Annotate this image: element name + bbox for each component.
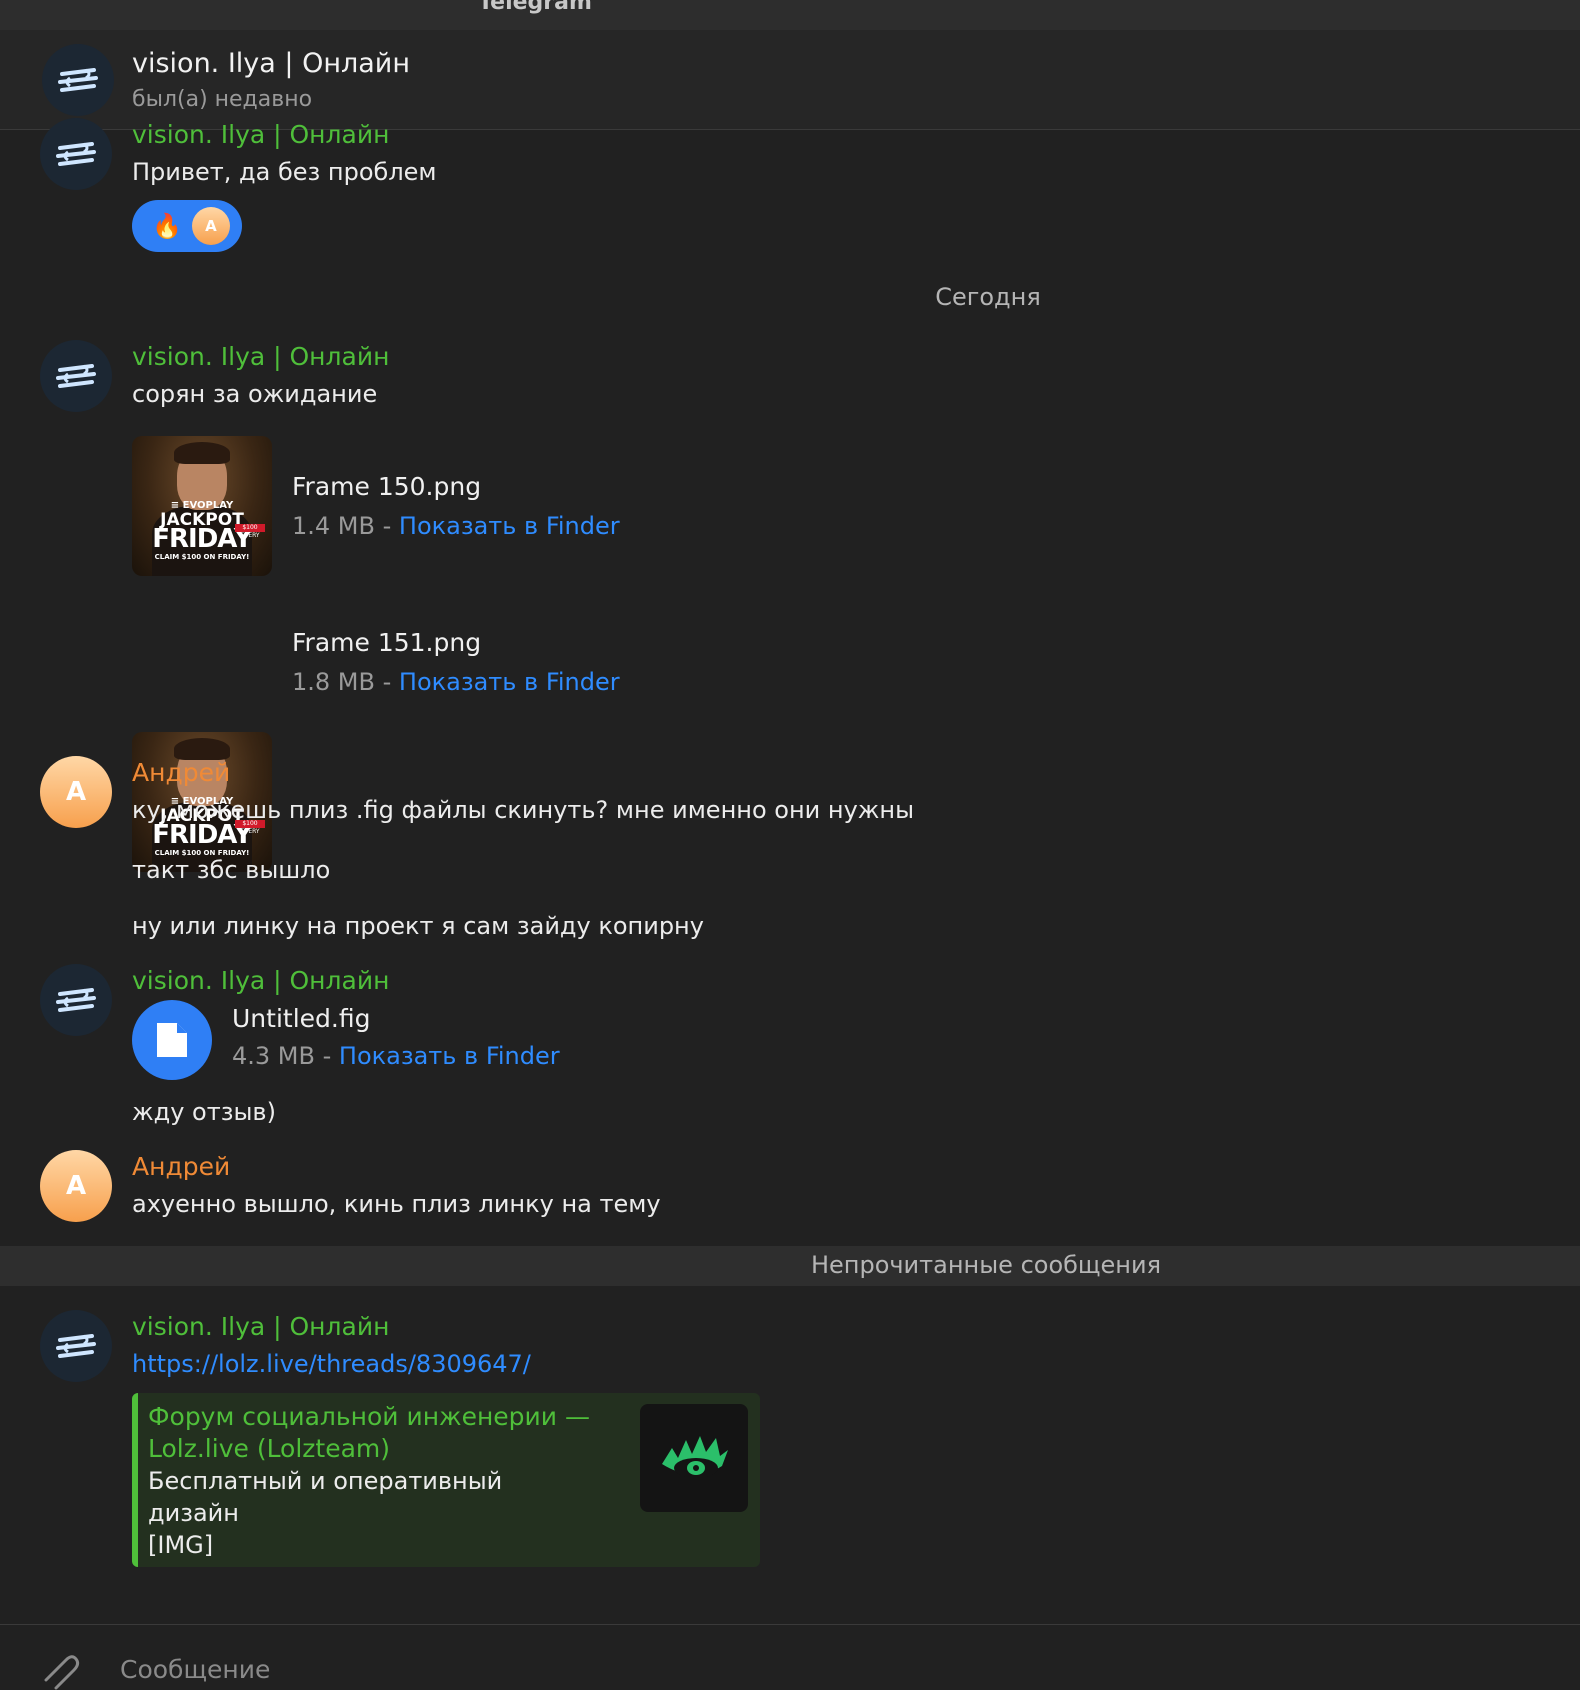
sender-avatar[interactable] (40, 118, 112, 190)
sender-name[interactable]: Андрей (132, 1152, 230, 1181)
document-icon[interactable] (132, 1000, 212, 1080)
sender-name[interactable]: vision. Ilya | Онлайн (132, 342, 389, 371)
file-size: 1.4 MB - (292, 512, 399, 540)
file-size: 1.8 MB - (292, 668, 399, 696)
message-link[interactable]: https://lolz.live/threads/8309647/ (132, 1350, 531, 1378)
sender-name[interactable]: vision. Ilya | Онлайн (132, 120, 389, 149)
link-preview-description: Бесплатный и оперативный дизайн [IMG] (148, 1465, 598, 1561)
show-in-finder-link[interactable]: Показать в Finder (399, 512, 620, 540)
window-title: Telegram (478, 0, 592, 15)
show-in-finder-link[interactable]: Показать в Finder (399, 668, 620, 696)
link-preview-image[interactable] (640, 1404, 748, 1512)
message-text: ну или линку на проект я сам зайду копир… (132, 912, 704, 940)
sender-avatar[interactable] (40, 1310, 112, 1382)
file-size: 4.3 MB - (232, 1042, 339, 1070)
reaction-user-avatar: А (191, 207, 230, 245)
sender-avatar[interactable]: А (40, 756, 112, 828)
contact-status: был(а) недавно (132, 87, 313, 112)
vision-logo-icon (58, 68, 98, 92)
thumbnail-line3: CLAIM $100 ON FRIDAY! (154, 553, 250, 561)
reaction-badge[interactable]: 🔥 А (132, 200, 242, 252)
paperclip-icon[interactable] (38, 1650, 82, 1690)
lolz-eye-logo-icon (662, 1436, 728, 1478)
message-text: такт збс вышло (132, 856, 331, 884)
sender-name[interactable]: vision. Ilya | Онлайн (132, 966, 389, 995)
message-text: ахуенно вышло, кинь плиз линку на тему (132, 1190, 661, 1218)
message-input[interactable] (120, 1655, 920, 1684)
sender-avatar[interactable]: А (40, 1150, 112, 1222)
vision-logo-icon (56, 142, 96, 166)
contact-avatar[interactable] (42, 44, 114, 116)
thumbnail-figure-hair (174, 442, 230, 464)
show-in-finder-link[interactable]: Показать в Finder (339, 1042, 560, 1070)
date-separator: Сегодня (935, 283, 1041, 311)
file-name[interactable]: Frame 151.png (292, 628, 481, 657)
message-text: Привет, да без проблем (132, 158, 437, 186)
contact-name[interactable]: vision. Ilya | Онлайн (132, 48, 410, 79)
thumbnail-figure-hair (174, 738, 230, 760)
link-preview-accent (132, 1393, 138, 1567)
file-name[interactable]: Untitled.fig (232, 1004, 370, 1033)
message-text: ку, можешь плиз .fig файлы скинуть? мне … (132, 796, 915, 824)
sender-name[interactable]: Андрей (132, 758, 230, 787)
file-meta: 1.4 MB - Показать в Finder (292, 512, 620, 540)
sender-avatar[interactable] (40, 340, 112, 412)
file-name[interactable]: Frame 150.png (292, 472, 481, 501)
chat-header[interactable] (0, 30, 1580, 130)
unread-separator: Непрочитанные сообщения (810, 1251, 1162, 1279)
image-thumbnail[interactable]: ≡ EVOPLAY JACKPOT FRIDAY $100 EVERY CLAI… (132, 436, 272, 576)
sender-name[interactable]: vision. Ilya | Онлайн (132, 1312, 389, 1341)
sender-avatar[interactable] (40, 964, 112, 1036)
vision-logo-icon (56, 988, 96, 1012)
file-meta: 4.3 MB - Показать в Finder (232, 1042, 560, 1070)
link-preview-desc-line: [IMG] (148, 1531, 214, 1559)
vision-logo-icon (56, 364, 96, 388)
file-meta: 1.8 MB - Показать в Finder (292, 668, 620, 696)
link-preview-title[interactable]: Форум социальной инженерии — Lolz.live (… (148, 1401, 598, 1465)
message-text: жду отзыв) (132, 1098, 276, 1126)
link-preview[interactable]: Форум социальной инженерии — Lolz.live (… (132, 1393, 760, 1567)
message-text: сорян за ожидание (132, 380, 378, 408)
thumbnail-badge: $100 EVERY (235, 524, 265, 539)
vision-logo-icon (56, 1334, 96, 1358)
file-icon (157, 1023, 187, 1057)
link-preview-desc-line: Бесплатный и оперативный (148, 1467, 503, 1495)
link-preview-desc-line: дизайн (148, 1499, 239, 1527)
fire-emoji-icon: 🔥 (152, 212, 182, 240)
